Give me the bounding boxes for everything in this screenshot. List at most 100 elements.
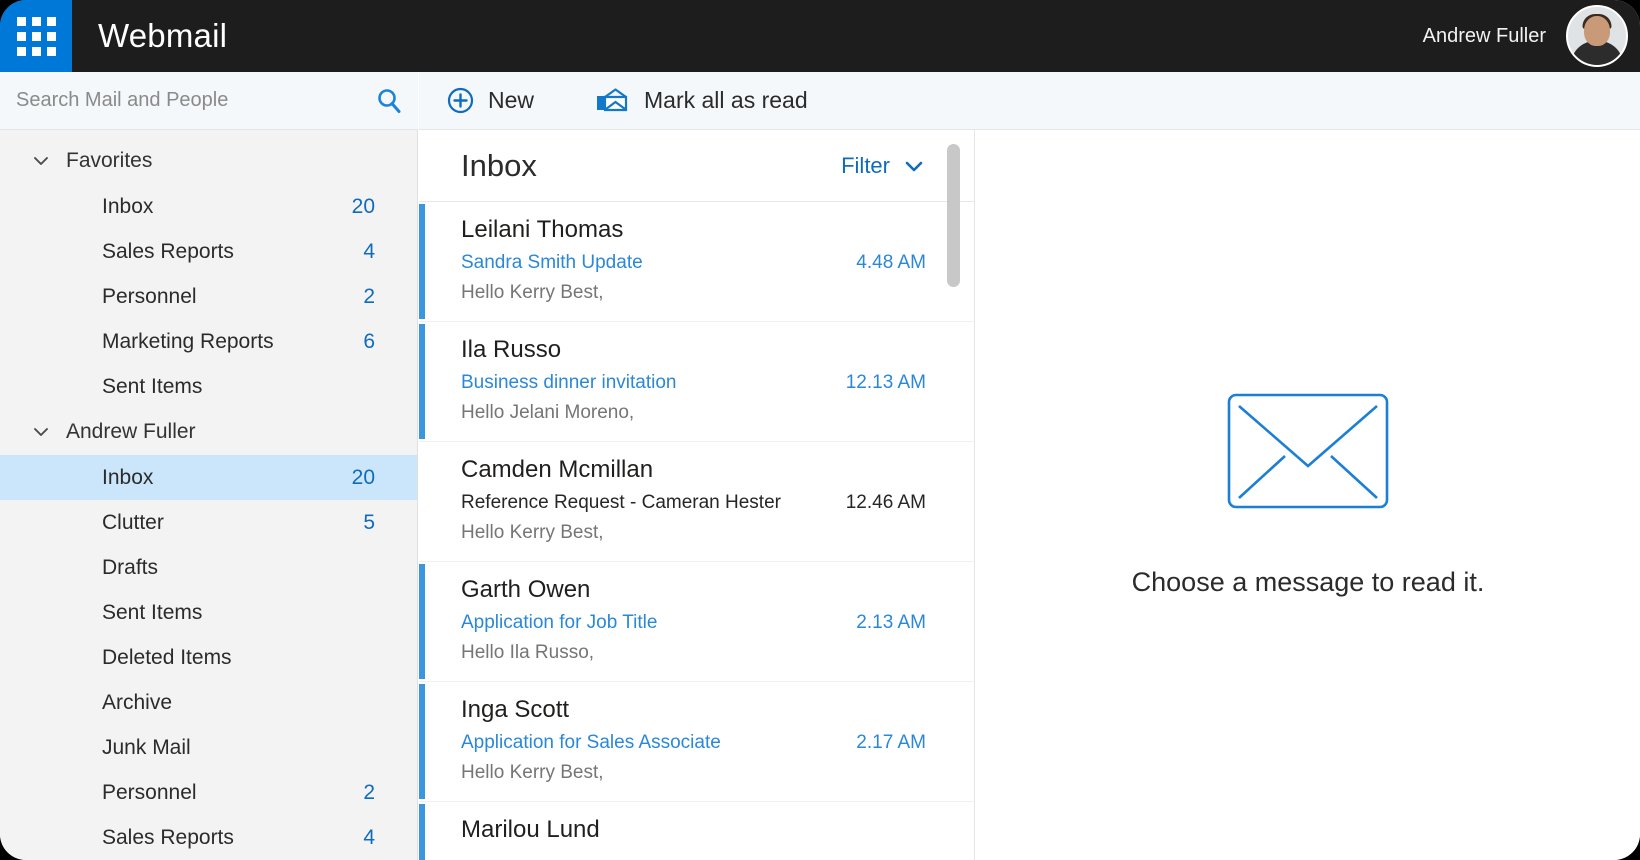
sidebar-item-label: Personnel xyxy=(102,780,197,804)
folder-sidebar: Favorites Inbox 20 Sales Reports 4 Perso… xyxy=(0,130,418,860)
sidebar-item-label: Archive xyxy=(102,690,173,714)
app-launcher-button[interactable] xyxy=(0,0,72,72)
message-sender: Leilani Thomas xyxy=(461,216,624,243)
sidebar-item-favorites-personnel[interactable]: Personnel 2 xyxy=(0,274,417,319)
message-time: 4.48 AM xyxy=(856,252,926,273)
sidebar-item-count: 5 xyxy=(363,510,375,534)
sidebar-item-favorites-inbox[interactable]: Inbox 20 xyxy=(0,184,417,229)
mark-all-as-read-button[interactable]: Mark all as read xyxy=(596,87,808,114)
message-list-header: Inbox Filter xyxy=(419,130,974,202)
sidebar-item-favorites-sales-reports[interactable]: Sales Reports 4 xyxy=(0,229,417,274)
sidebar-item-count: 4 xyxy=(363,825,375,849)
unread-indicator xyxy=(419,804,425,860)
sidebar-item-archive[interactable]: Archive xyxy=(0,680,417,725)
message-time: 12.46 AM xyxy=(845,492,926,513)
sidebar-item-inbox[interactable]: Inbox 20 xyxy=(0,455,417,500)
sidebar-item-sales-reports[interactable]: Sales Reports 4 xyxy=(0,815,417,860)
sidebar-group-label: Favorites xyxy=(66,149,153,172)
message-preview: Hello Kerry Best, xyxy=(461,762,604,783)
message-subject: Application for Job Title xyxy=(461,612,658,633)
sidebar-item-label: Sales Reports xyxy=(102,825,234,849)
scrollbar-thumb[interactable] xyxy=(947,144,960,287)
sidebar-item-junk-mail[interactable]: Junk Mail xyxy=(0,725,417,770)
sidebar-item-personnel[interactable]: Personnel 2 xyxy=(0,770,417,815)
sidebar-item-label: Sales Reports xyxy=(102,239,234,263)
app-title: Webmail xyxy=(98,17,228,54)
sidebar-item-label: Inbox xyxy=(102,465,154,489)
sidebar-group-andrew-fuller[interactable]: Andrew Fuller xyxy=(0,409,417,455)
sidebar-item-sent-items[interactable]: Sent Items xyxy=(0,590,417,635)
app-launcher-grid-icon xyxy=(16,16,56,56)
filter-label: Filter xyxy=(841,152,890,178)
message-preview: Hello Kerry Best, xyxy=(461,282,604,303)
sidebar-item-count: 20 xyxy=(351,194,375,218)
mark-all-as-read-label: Mark all as read xyxy=(644,87,808,113)
message-list: Leilani Thomas Sandra Smith Update 4.48 … xyxy=(419,202,974,860)
message-preview: Hello Kerry Best, xyxy=(461,522,604,543)
message-sender: Garth Owen xyxy=(461,576,591,603)
sidebar-item-clutter[interactable]: Clutter 5 xyxy=(0,500,417,545)
sidebar-item-drafts[interactable]: Drafts xyxy=(0,545,417,590)
user-name-label: Andrew Fuller xyxy=(1422,24,1546,47)
search-icon[interactable] xyxy=(374,86,404,116)
reading-pane: Choose a message to read it. xyxy=(976,130,1640,860)
message-list-scrollbar[interactable] xyxy=(947,138,960,852)
chevron-down-icon xyxy=(30,421,52,443)
sidebar-item-label: Deleted Items xyxy=(102,645,232,669)
sidebar-item-count: 2 xyxy=(363,780,375,804)
sidebar-item-count: 6 xyxy=(363,329,375,353)
open-envelope-icon xyxy=(596,87,628,114)
sidebar-item-favorites-marketing-reports[interactable]: Marketing Reports 6 xyxy=(0,319,417,364)
message-list-item[interactable]: Inga Scott Application for Sales Associa… xyxy=(419,682,974,802)
unread-indicator xyxy=(419,564,425,679)
sidebar-item-label: Clutter xyxy=(102,510,164,534)
webmail-window: Webmail Andrew Fuller Search Mail and Pe… xyxy=(0,0,1640,860)
sidebar-item-label: Junk Mail xyxy=(102,735,191,759)
message-list-pane: Inbox Filter Leilani Thomas Sandra Smith… xyxy=(419,130,975,860)
sidebar-item-label: Sent Items xyxy=(102,600,203,624)
message-subject: Reference Request - Cameran Hester xyxy=(461,492,781,513)
header-user-area: Andrew Fuller xyxy=(1423,5,1640,67)
search-bar xyxy=(0,72,418,130)
sidebar-item-count: 20 xyxy=(351,465,375,489)
chevron-down-icon xyxy=(902,154,926,178)
message-sender: Camden Mcmillan xyxy=(461,456,654,483)
message-list-item[interactable]: Ila Russo Business dinner invitation 12.… xyxy=(419,322,974,442)
message-time: 2.13 AM xyxy=(856,612,926,633)
sidebar-group-label: Andrew Fuller xyxy=(66,420,196,443)
sidebar-item-deleted-items[interactable]: Deleted Items xyxy=(0,635,417,680)
unread-indicator xyxy=(419,204,425,319)
sidebar-item-label: Sent Items xyxy=(102,374,203,398)
circle-plus-icon xyxy=(447,87,474,114)
sidebar-item-count: 2 xyxy=(363,284,375,308)
message-sender: Inga Scott xyxy=(461,696,570,723)
message-preview: Hello Ila Russo, xyxy=(461,642,595,663)
message-sender: Ila Russo xyxy=(461,336,562,363)
filter-button[interactable]: Filter xyxy=(841,153,926,179)
new-button-label: New xyxy=(488,87,535,113)
message-list-item[interactable]: Camden Mcmillan Reference Request - Came… xyxy=(419,442,974,562)
envelope-icon xyxy=(1227,393,1389,509)
sidebar-item-favorites-sent-items[interactable]: Sent Items xyxy=(0,364,417,409)
sidebar-group-favorites[interactable]: Favorites xyxy=(0,138,417,184)
message-time: 2.17 AM xyxy=(856,732,926,753)
message-subject: Business dinner invitation xyxy=(461,372,677,393)
message-preview: Hello Jelani Moreno, xyxy=(461,402,635,423)
top-header-bar: Webmail Andrew Fuller xyxy=(0,0,1640,72)
sidebar-item-label: Drafts xyxy=(102,555,159,579)
sidebar-item-label: Personnel xyxy=(102,284,197,308)
chevron-down-icon xyxy=(30,150,52,172)
new-button[interactable]: New xyxy=(447,87,534,114)
sidebar-item-count: 4 xyxy=(363,239,375,263)
message-list-item[interactable]: Marilou Lund xyxy=(419,802,974,860)
unread-indicator xyxy=(419,684,425,799)
message-subject: Sandra Smith Update xyxy=(461,252,643,273)
empty-state-text: Choose a message to read it. xyxy=(1131,566,1485,597)
avatar[interactable] xyxy=(1566,5,1628,67)
message-sender: Marilou Lund xyxy=(461,816,600,843)
search-input[interactable] xyxy=(16,89,374,112)
message-list-item[interactable]: Leilani Thomas Sandra Smith Update 4.48 … xyxy=(419,202,974,322)
message-subject: Application for Sales Associate xyxy=(461,732,721,753)
page-title: Inbox xyxy=(461,147,537,183)
message-list-item[interactable]: Garth Owen Application for Job Title 2.1… xyxy=(419,562,974,682)
